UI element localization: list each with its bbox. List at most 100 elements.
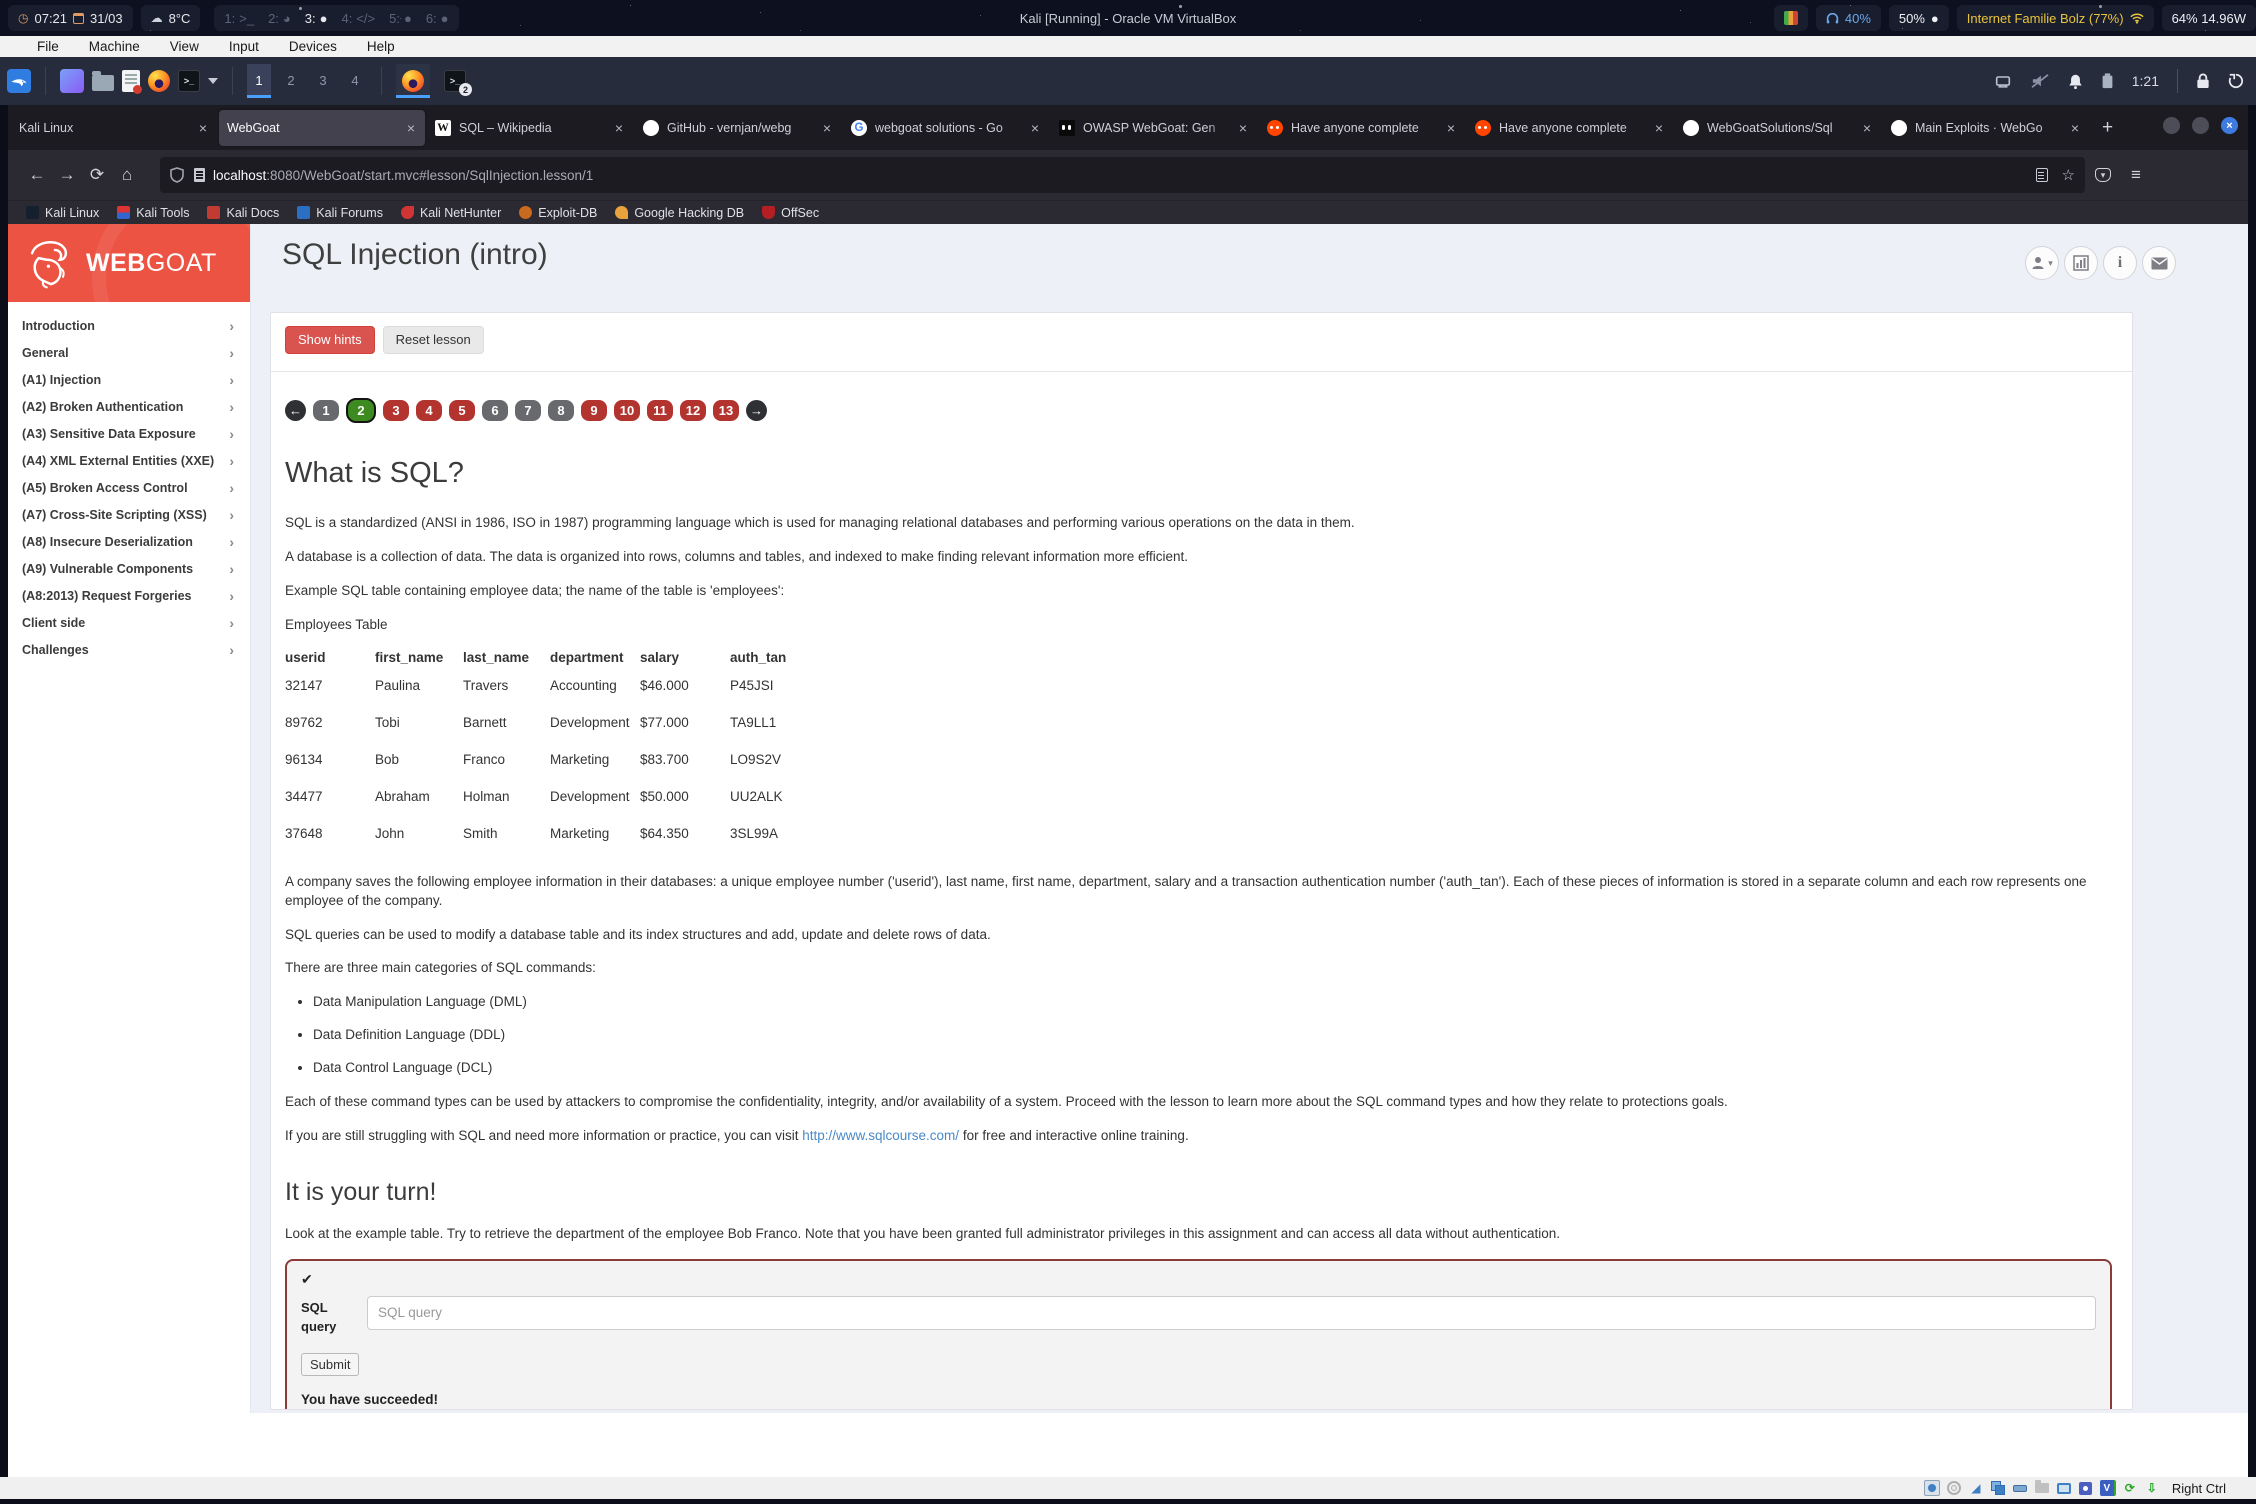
- page-9[interactable]: 9: [581, 400, 607, 421]
- desktop-settings-launcher[interactable]: [60, 69, 84, 93]
- network-icon[interactable]: [1994, 74, 2012, 89]
- vbox-optical-drive-icon[interactable]: [1947, 1481, 1961, 1495]
- tab-close-icon[interactable]: ×: [1861, 120, 1873, 136]
- vbox-shared-folders-icon[interactable]: [2035, 1483, 2049, 1493]
- contact-button[interactable]: [2142, 246, 2176, 280]
- workspace-5[interactable]: 5:●: [389, 11, 412, 26]
- audio-muted-icon[interactable]: [2030, 73, 2050, 89]
- power-module[interactable]: 64% 14.96W: [2162, 5, 2256, 31]
- url-text[interactable]: localhost:8080/WebGoat/start.mvc#lesson/…: [213, 168, 593, 183]
- tab-close-icon[interactable]: ×: [197, 120, 209, 136]
- vbox-network-icon[interactable]: [1990, 1480, 2006, 1496]
- tab-owasp-webgoat[interactable]: OWASP WebGoat: Gen ×: [1051, 110, 1257, 146]
- next-page-button[interactable]: →: [746, 400, 767, 421]
- kali-menu-button[interactable]: [7, 69, 31, 93]
- tab-close-icon[interactable]: ×: [1653, 120, 1665, 136]
- bookmark-kali-tools[interactable]: Kali Tools: [117, 206, 189, 220]
- menu-machine[interactable]: Machine: [89, 39, 140, 54]
- tab-close-icon[interactable]: ×: [613, 120, 625, 136]
- lock-screen-icon[interactable]: [2196, 73, 2210, 89]
- submit-button[interactable]: Submit: [301, 1353, 359, 1376]
- sidebar-item-a3-sensitive-data-exposure[interactable]: (A3) Sensitive Data Exposure›: [8, 420, 250, 447]
- bookmark-kali-nethunter[interactable]: Kali NetHunter: [401, 206, 501, 220]
- vbox-display-icon[interactable]: [2057, 1483, 2071, 1494]
- scoreboard-button[interactable]: [2064, 246, 2098, 280]
- sqlcourse-link[interactable]: http://www.sqlcourse.com/: [802, 1128, 959, 1143]
- tab-google-search[interactable]: G webgoat solutions - Go ×: [843, 110, 1049, 146]
- menu-help[interactable]: Help: [367, 39, 395, 54]
- file-manager-launcher[interactable]: [92, 75, 114, 91]
- reset-lesson-button[interactable]: Reset lesson: [383, 326, 484, 354]
- sidebar-item-introduction[interactable]: Introduction›: [8, 312, 250, 339]
- text-editor-launcher[interactable]: [122, 70, 140, 92]
- tab-close-icon[interactable]: ×: [1029, 120, 1041, 136]
- show-hints-button[interactable]: Show hints: [285, 326, 375, 354]
- sidebar-item-a5-broken-access-control[interactable]: (A5) Broken Access Control›: [8, 474, 250, 501]
- sidebar-item-a2-broken-authentication[interactable]: (A2) Broken Authentication›: [8, 393, 250, 420]
- webgoat-brand-header[interactable]: WEBGOAT: [8, 224, 250, 302]
- vbox-usb-icon[interactable]: [2013, 1485, 2027, 1492]
- sidebar-item-a8-insecure-deserialization[interactable]: (A8) Insecure Deserialization›: [8, 528, 250, 555]
- tracking-shield-icon[interactable]: [170, 167, 184, 183]
- sidebar-item-a8-2013-request-forgeries[interactable]: (A8:2013) Request Forgeries›: [8, 582, 250, 609]
- logout-power-icon[interactable]: [2228, 73, 2244, 89]
- brightness-module[interactable]: 50% ●: [1889, 5, 1949, 31]
- menu-devices[interactable]: Devices: [289, 39, 337, 54]
- reader-mode-icon[interactable]: [2036, 168, 2048, 182]
- headset-volume-module[interactable]: 40%: [1816, 5, 1881, 31]
- bookmark-exploit-db[interactable]: Exploit-DB: [519, 206, 597, 220]
- page-13[interactable]: 13: [713, 400, 739, 421]
- vm-clock[interactable]: 1:21: [2132, 73, 2159, 89]
- about-button[interactable]: i: [2103, 246, 2137, 280]
- sidebar-item-a7-xss[interactable]: (A7) Cross-Site Scripting (XSS)›: [8, 501, 250, 528]
- bookmark-star-icon[interactable]: ☆: [2062, 166, 2075, 184]
- site-info-icon[interactable]: [194, 168, 205, 182]
- page-12[interactable]: 12: [680, 400, 706, 421]
- vbox-features-icon[interactable]: V: [2100, 1480, 2116, 1496]
- firefox-launcher[interactable]: [148, 70, 170, 92]
- vm-workspace-1-active[interactable]: 1: [247, 64, 271, 98]
- vbox-keyboard-capture-icon[interactable]: ⇩: [2144, 1480, 2160, 1496]
- vbox-recording-icon[interactable]: [2079, 1482, 2092, 1495]
- tab-github-main-exploits[interactable]: Main Exploits · WebGo ×: [1883, 110, 2089, 146]
- app-indicator-module[interactable]: [1774, 5, 1808, 31]
- new-tab-button[interactable]: +: [2090, 117, 2125, 139]
- menu-input[interactable]: Input: [229, 39, 259, 54]
- sidebar-item-a1-injection[interactable]: (A1) Injection›: [8, 366, 250, 393]
- taskbar-firefox-window[interactable]: [396, 64, 430, 98]
- taskbar-terminal-window[interactable]: >_ 2: [438, 64, 472, 98]
- workspace-6[interactable]: 6:●: [426, 11, 449, 26]
- page-4[interactable]: 4: [416, 400, 442, 421]
- maximize-button[interactable]: [2192, 117, 2209, 134]
- page-10[interactable]: 10: [614, 400, 640, 421]
- tab-github-vernjan[interactable]: GitHub - vernjan/webg ×: [635, 110, 841, 146]
- close-button[interactable]: ×: [2221, 117, 2238, 134]
- vm-workspace-3[interactable]: 3: [311, 64, 335, 98]
- home-button[interactable]: ⌂: [112, 165, 142, 185]
- vbox-audio-icon[interactable]: ◢: [1968, 1480, 1984, 1496]
- url-bar[interactable]: localhost:8080/WebGoat/start.mvc#lesson/…: [160, 157, 2085, 193]
- sidebar-item-a9-vulnerable-components[interactable]: (A9) Vulnerable Components›: [8, 555, 250, 582]
- bookmark-kali-forums[interactable]: Kali Forums: [297, 206, 383, 220]
- notifications-bell-icon[interactable]: [2068, 73, 2083, 89]
- sql-query-input[interactable]: [367, 1296, 2096, 1330]
- page-2-current[interactable]: 2: [346, 398, 376, 423]
- prev-page-button[interactable]: ←: [285, 400, 306, 421]
- sidebar-item-challenges[interactable]: Challenges›: [8, 636, 250, 663]
- vbox-mouse-integration-icon[interactable]: ⟳: [2122, 1480, 2138, 1496]
- tab-close-icon[interactable]: ×: [405, 120, 417, 136]
- reload-button[interactable]: ⟳: [82, 165, 112, 185]
- vm-workspace-4[interactable]: 4: [343, 64, 367, 98]
- vm-workspace-2[interactable]: 2: [279, 64, 303, 98]
- user-menu-button[interactable]: ▾: [2025, 246, 2059, 280]
- page-6[interactable]: 6: [482, 400, 508, 421]
- page-11[interactable]: 11: [647, 400, 673, 421]
- menu-hamburger-icon[interactable]: ≡: [2131, 165, 2141, 185]
- workspace-1[interactable]: 1:>_: [224, 11, 254, 26]
- tab-close-icon[interactable]: ×: [2069, 120, 2081, 136]
- sidebar-item-client-side[interactable]: Client side›: [8, 609, 250, 636]
- wifi-module[interactable]: Internet Familie Bolz (77%): [1957, 5, 2154, 31]
- terminal-launcher[interactable]: >_: [178, 70, 200, 92]
- tab-sql-wikipedia[interactable]: W SQL – Wikipedia ×: [427, 110, 633, 146]
- host-workspaces[interactable]: 1:>_ 2:◕ 3:● 4:</> 5:● 6:●: [214, 5, 458, 31]
